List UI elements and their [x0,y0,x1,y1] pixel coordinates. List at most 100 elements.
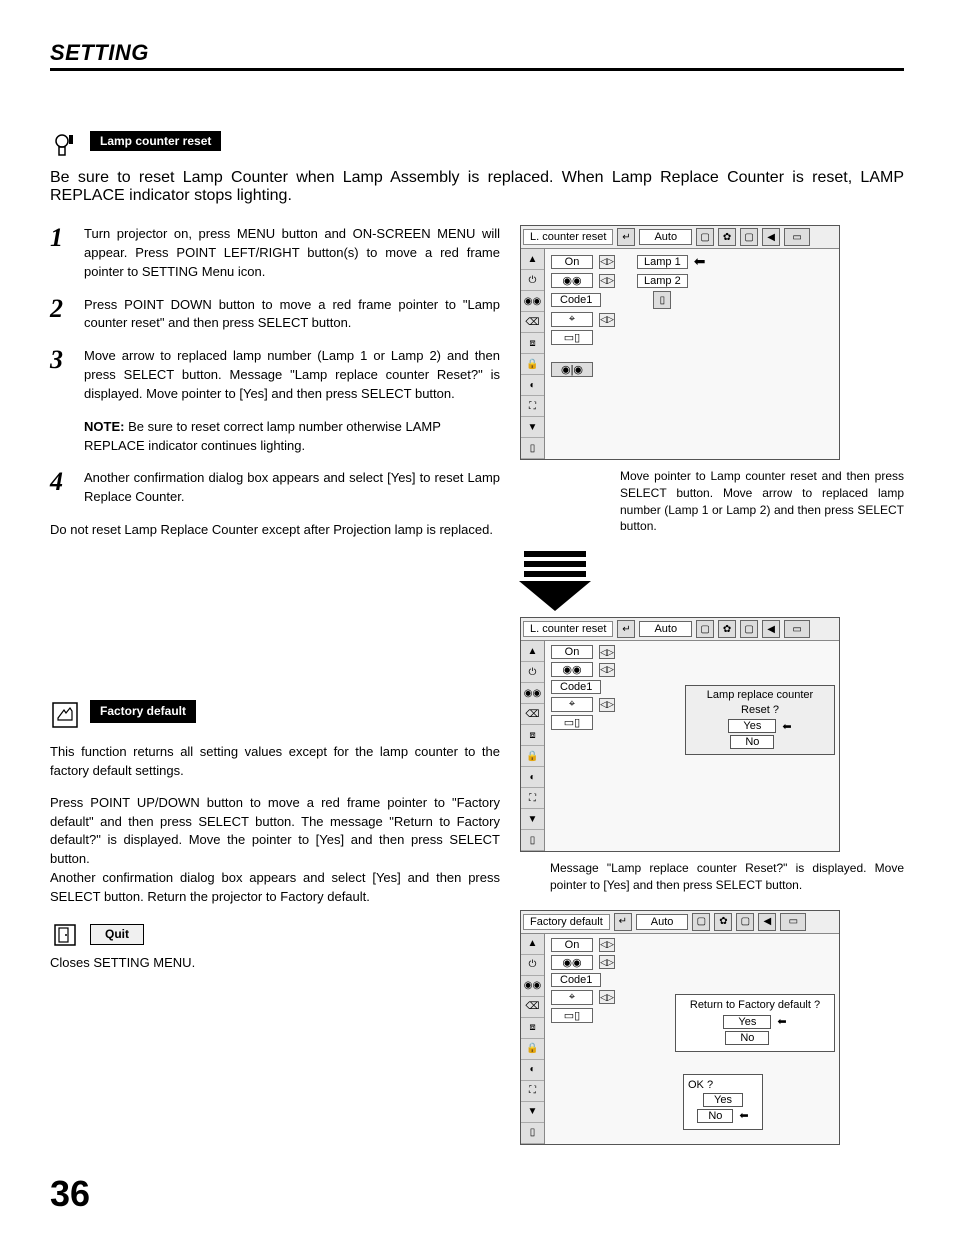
step-3-note: NOTE: Be sure to reset correct lamp numb… [84,418,500,456]
gear-icon[interactable]: ✿ [718,228,736,246]
lamp-reset-icon[interactable]: ◐ [521,767,544,788]
keystone-icon[interactable]: ⧈ [521,1018,544,1039]
lamp-reset-icon[interactable]: ◐ [521,375,544,396]
lamp-reset-icon[interactable]: ◐ [521,1060,544,1081]
projector-icon[interactable]: ▭ [784,620,810,638]
screen-icon[interactable]: ▢ [740,228,758,246]
factory-icon[interactable]: ⛶ [521,396,544,417]
osd1-mouse-val[interactable]: ⌖ [551,312,593,327]
osd3-title: Factory default [523,914,610,930]
osd3-pad-val[interactable]: ▭▯ [551,1008,593,1023]
osd3-yes-button[interactable]: Yes [723,1015,771,1029]
pointer-arrow-icon: ⬅ [739,1109,748,1122]
osd2-mouse-val[interactable]: ⌖ [551,697,593,712]
gear-icon[interactable]: ✿ [714,913,732,931]
power-icon[interactable]: ⏻ [521,955,544,976]
lock-icon[interactable]: 🔒 [521,354,544,375]
factory-icon[interactable]: ⛶ [521,1081,544,1102]
square-icon[interactable]: ▢ [692,913,710,931]
spinner-icon[interactable]: ◁▷ [599,990,615,1004]
osd2-lamps-val[interactable]: ◉◉ [551,662,593,677]
osd3-ok-yes-button[interactable]: Yes [703,1093,743,1107]
osd2-on[interactable]: On [551,645,593,659]
eraser-icon[interactable]: ⌫ [521,312,544,333]
lock-icon[interactable]: 🔒 [521,1039,544,1060]
eraser-icon[interactable]: ⌫ [521,997,544,1018]
osd3-ok-no-button[interactable]: No [697,1109,733,1123]
return-icon[interactable]: ↵ [617,620,635,638]
osd2-dialog-title1: Lamp replace counter [689,689,831,701]
osd2-dialog: Lamp replace counter Reset ? Yes ⬅ No ⬅ [685,685,835,755]
osd1-lamp2[interactable]: Lamp 2 [637,274,688,288]
spinner-icon[interactable]: ◁▷ [599,313,615,327]
power-icon[interactable]: ⏻ [521,270,544,291]
down-arrow-icon [524,551,594,611]
screen-icon[interactable]: ▢ [740,620,758,638]
pointer-arrow-icon: ⬅ [777,1015,786,1028]
return-icon[interactable]: ↵ [617,228,635,246]
arrow-down-icon[interactable]: ▼ [521,417,544,438]
keystone-icon[interactable]: ⧈ [521,725,544,746]
step-2-body: Press POINT DOWN button to move a red fr… [84,296,500,334]
gear-icon[interactable]: ✿ [718,620,736,638]
osd1-on[interactable]: On [551,255,593,269]
projector-icon[interactable]: ▭ [784,228,810,246]
osd1-lamps-val[interactable]: ◉◉ [551,273,593,288]
spinner-icon[interactable]: ◁▷ [599,698,615,712]
osd3-lamps-val[interactable]: ◉◉ [551,955,593,970]
door-icon[interactable]: ▯ [521,830,544,851]
arrow-up-icon[interactable]: ▲ [521,641,544,662]
spinner-icon[interactable]: ◁▷ [599,955,615,969]
projector-icon[interactable]: ▭ [780,913,806,931]
osd1-code[interactable]: Code1 [551,293,601,307]
speaker-icon[interactable]: ◀ [758,913,776,931]
keystone-icon[interactable]: ⧈ [521,333,544,354]
eraser-icon[interactable]: ⌫ [521,704,544,725]
door-small-icon[interactable]: ▯ [653,291,671,309]
lamps-icon[interactable]: ◉◉ [521,291,544,312]
door-icon[interactable]: ▯ [521,438,544,459]
spinner-icon[interactable]: ◁▷ [599,274,615,288]
osd1-lamp-counter-val[interactable]: ◉|◉ [551,362,593,377]
osd2-code[interactable]: Code1 [551,680,601,694]
spinner-icon[interactable]: ◁▷ [599,255,615,269]
return-icon[interactable]: ↵ [614,913,632,931]
osd1-auto[interactable]: Auto [639,229,692,245]
lamps-icon[interactable]: ◉◉ [521,683,544,704]
osd2-yes-button[interactable]: Yes [728,719,776,733]
osd1-pad-val[interactable]: ▭▯ [551,330,593,345]
osd3-mouse-val[interactable]: ⌖ [551,990,593,1005]
screen-icon[interactable]: ▢ [736,913,754,931]
spinner-icon[interactable]: ◁▷ [599,645,615,659]
arrow-down-icon[interactable]: ▼ [521,809,544,830]
arrow-up-icon[interactable]: ▲ [521,934,544,955]
arrow-down-icon[interactable]: ▼ [521,1102,544,1123]
power-icon[interactable]: ⏻ [521,662,544,683]
door-icon[interactable]: ▯ [521,1123,544,1144]
osd3-no-button[interactable]: No [725,1031,769,1045]
spinner-icon[interactable]: ◁▷ [599,938,615,952]
lamps-icon[interactable]: ◉◉ [521,976,544,997]
square-icon[interactable]: ▢ [696,620,714,638]
spinner-icon[interactable]: ◁▷ [599,663,615,677]
factory-icon[interactable]: ⛶ [521,788,544,809]
osd3-auto[interactable]: Auto [636,914,689,930]
osd3-code[interactable]: Code1 [551,973,601,987]
note-body: Be sure to reset correct lamp number oth… [84,419,441,453]
speaker-icon[interactable]: ◀ [762,620,780,638]
osd-panel-2: L. counter reset ↵ Auto ▢ ✿ ▢ ◀ ▭ ▲ ⏻ ◉◉… [520,617,840,852]
osd2-auto[interactable]: Auto [639,621,692,637]
speaker-icon[interactable]: ◀ [762,228,780,246]
lock-icon[interactable]: 🔒 [521,746,544,767]
osd3-dialog-1: Return to Factory default ? Yes ⬅ No ⬅ [675,994,835,1052]
osd3-on[interactable]: On [551,938,593,952]
osd2-pad-val[interactable]: ▭▯ [551,715,593,730]
osd1-lamp1[interactable]: Lamp 1 [637,255,688,269]
square-icon[interactable]: ▢ [696,228,714,246]
quit-desc: Closes SETTING MENU. [50,954,500,973]
osd2-no-button[interactable]: No [730,735,774,749]
arrow-up-icon[interactable]: ▲ [521,249,544,270]
factory-default-icon [50,700,80,730]
osd3-dialog-2: OK ? Yes No ⬅ [683,1074,763,1130]
osd1-annotation: Move pointer to Lamp counter reset and t… [620,468,904,535]
